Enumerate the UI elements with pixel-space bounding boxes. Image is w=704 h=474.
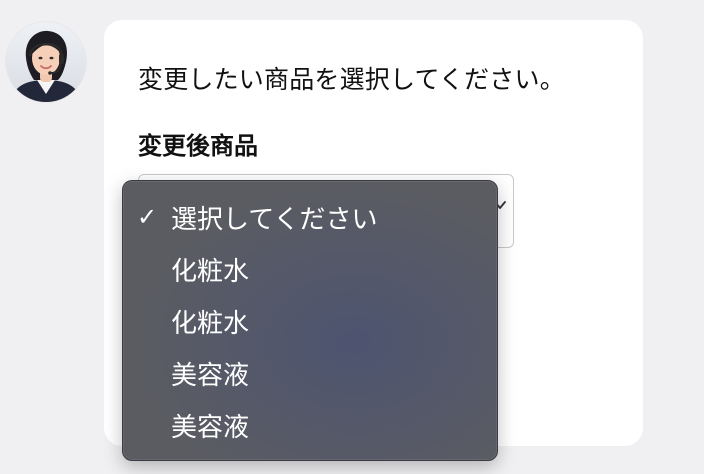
dropdown-option-label: 美容液	[171, 412, 250, 443]
dropdown-menu: ✓ 選択してください 化粧水 化粧水 美容液 美容液	[122, 180, 498, 461]
dropdown-option-label: 選択してください	[171, 204, 378, 235]
dropdown-option-0[interactable]: ✓ 選択してください	[123, 191, 497, 243]
dropdown-option-label: 化粧水	[171, 256, 250, 287]
dropdown-option-label: 化粧水	[171, 308, 250, 339]
support-agent-avatar	[6, 22, 86, 102]
avatar-illustration	[6, 22, 86, 102]
dropdown-option-4[interactable]: 美容液	[123, 399, 497, 451]
field-label: 変更後商品	[138, 132, 258, 160]
dropdown-option-3[interactable]: 美容液	[123, 347, 497, 399]
dropdown-option-label: 美容液	[171, 360, 250, 391]
dropdown-option-2[interactable]: 化粧水	[123, 295, 497, 347]
checkmark-icon: ✓	[136, 203, 158, 231]
dropdown-option-1[interactable]: 化粧水	[123, 243, 497, 295]
message-text: 変更したい商品を選択してください。	[138, 65, 565, 94]
